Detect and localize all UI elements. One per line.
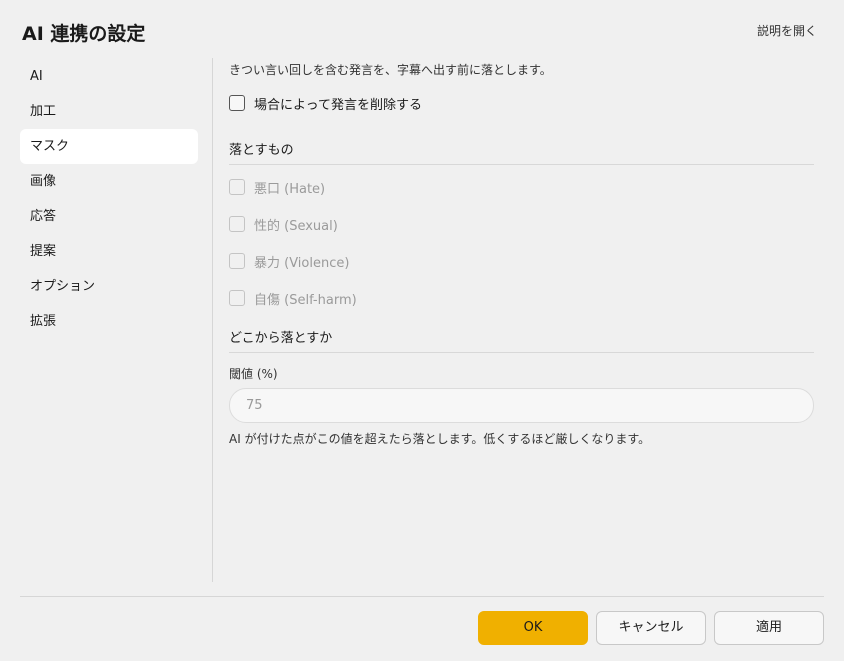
threshold-hint: AI が付けた点がこの値を超えたら落とします。低くするほど厳しくなります。 xyxy=(229,432,651,446)
category-sexual-checkbox[interactable] xyxy=(229,216,245,232)
threshold-label: 閾値 (%) xyxy=(229,367,278,381)
category-list: 悪口 (Hate) 性的 (Sexual) 暴力 (Violence) 自傷 (… xyxy=(229,179,814,308)
cancel-button[interactable]: キャンセル xyxy=(596,611,706,645)
delete-message-label: 場合によって発言を削除する xyxy=(254,97,422,113)
section-title-targets: 落とすもの xyxy=(229,139,814,165)
category-self-harm-row[interactable]: 自傷 (Self-harm) xyxy=(229,290,814,308)
dialog-title: AI 連携の設定 xyxy=(22,23,146,45)
sidebar-item-image[interactable]: 画像 xyxy=(20,164,198,199)
apply-button[interactable]: 適用 xyxy=(714,611,824,645)
footer-divider xyxy=(20,596,824,597)
category-self-harm-checkbox[interactable] xyxy=(229,290,245,306)
sidebar-item-mask[interactable]: マスク xyxy=(20,129,198,164)
sidebar-item-extensions[interactable]: 拡張 xyxy=(20,304,198,339)
sidebar: AI 加工 マスク 画像 応答 提案 オプション 拡張 xyxy=(20,59,198,339)
sidebar-item-response[interactable]: 応答 xyxy=(20,199,198,234)
category-hate-checkbox[interactable] xyxy=(229,179,245,195)
sidebar-item-ai[interactable]: AI xyxy=(20,59,198,94)
delete-message-checkbox[interactable] xyxy=(229,95,245,111)
category-sexual-label: 性的 (Sexual) xyxy=(254,218,338,234)
category-hate-row[interactable]: 悪口 (Hate) xyxy=(229,179,814,197)
sidebar-item-processing[interactable]: 加工 xyxy=(20,94,198,129)
category-violence-checkbox[interactable] xyxy=(229,253,245,269)
section-title-threshold: どこから落とすか xyxy=(229,327,814,353)
help-link[interactable]: 説明を開く xyxy=(757,22,817,39)
category-self-harm-label: 自傷 (Self-harm) xyxy=(254,292,357,308)
delete-message-checkbox-row[interactable]: 場合によって発言を削除する xyxy=(229,95,814,113)
vertical-divider xyxy=(212,58,213,582)
ok-button[interactable]: OK xyxy=(478,611,588,645)
sidebar-item-suggestion[interactable]: 提案 xyxy=(20,234,198,269)
sidebar-item-options[interactable]: オプション xyxy=(20,269,198,304)
threshold-input[interactable]: 75 xyxy=(229,388,814,423)
category-violence-label: 暴力 (Violence) xyxy=(254,255,350,271)
category-hate-label: 悪口 (Hate) xyxy=(254,181,326,197)
category-sexual-row[interactable]: 性的 (Sexual) xyxy=(229,216,814,234)
category-violence-row[interactable]: 暴力 (Violence) xyxy=(229,253,814,271)
panel-description: きつい言い回しを含む発言を、字幕へ出す前に落とします。 xyxy=(229,63,552,77)
mask-settings-panel: きつい言い回しを含む発言を、字幕へ出す前に落とします。 場合によって発言を削除す… xyxy=(229,58,814,447)
